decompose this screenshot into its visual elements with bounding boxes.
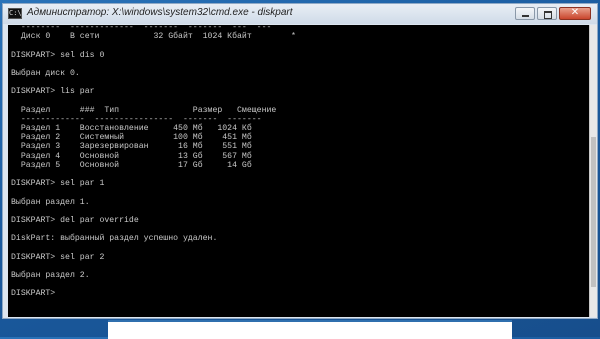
- maximize-icon: [544, 11, 552, 19]
- console-line: DISKPART> del par override: [11, 215, 139, 225]
- console-line: Выбран раздел 1.: [11, 197, 90, 207]
- console-output[interactable]: -------- ------------- ------- ------- -…: [8, 25, 589, 317]
- console-line: Раздел 1 Восстановление 450 Мб 1024 Кб: [11, 124, 252, 134]
- console-line: DISKPART> sel par 2: [11, 252, 105, 262]
- scrollbar-thumb[interactable]: [591, 137, 596, 287]
- console-line: DiskPart: выбранный раздел успешно удале…: [11, 234, 218, 244]
- console-line: DISKPART> lis par: [11, 87, 95, 97]
- maximize-button[interactable]: [537, 7, 557, 20]
- close-icon: ✕: [570, 7, 580, 18]
- console-line: DISKPART> sel par 1: [11, 179, 105, 189]
- title-bar[interactable]: C:\ Администратор: X:\windows\system32\c…: [3, 4, 597, 24]
- console-line: Выбран раздел 2.: [11, 271, 90, 281]
- window-controls: ✕: [515, 7, 591, 20]
- cmd-icon: C:\: [8, 8, 22, 19]
- console-line: Раздел 5 Основной 17 Gб 14 Gб: [11, 160, 252, 170]
- minimize-icon: [522, 15, 529, 17]
- console-line: Выбран диск 0.: [11, 68, 80, 78]
- window-title: Администратор: X:\windows\system32\cmd.e…: [27, 7, 293, 18]
- console-lines: -------- ------------- ------- ------- -…: [11, 25, 296, 308]
- close-button[interactable]: ✕: [559, 7, 591, 20]
- console-line: Раздел 3 Зарезервирован 16 Мб 551 Мб: [11, 142, 252, 152]
- cmd-window: C:\ Администратор: X:\windows\system32\c…: [2, 3, 598, 319]
- console-line: DISKPART>: [11, 289, 61, 299]
- setup-window-edge: [108, 320, 512, 339]
- minimize-button[interactable]: [515, 7, 535, 20]
- console-line: Диск 0 В сети 32 Gбайт 1024 Кбайт *: [11, 32, 296, 42]
- console-line: DISKPART> sel dis 0: [11, 50, 105, 60]
- console-line: ------------- ---------------- ------- -…: [11, 114, 262, 124]
- console-line: Раздел 4 Основной 13 Gб 567 Мб: [11, 151, 252, 161]
- vertical-scrollbar[interactable]: [589, 25, 597, 317]
- console-line: Раздел ### Тип Размер Смещение: [11, 105, 277, 115]
